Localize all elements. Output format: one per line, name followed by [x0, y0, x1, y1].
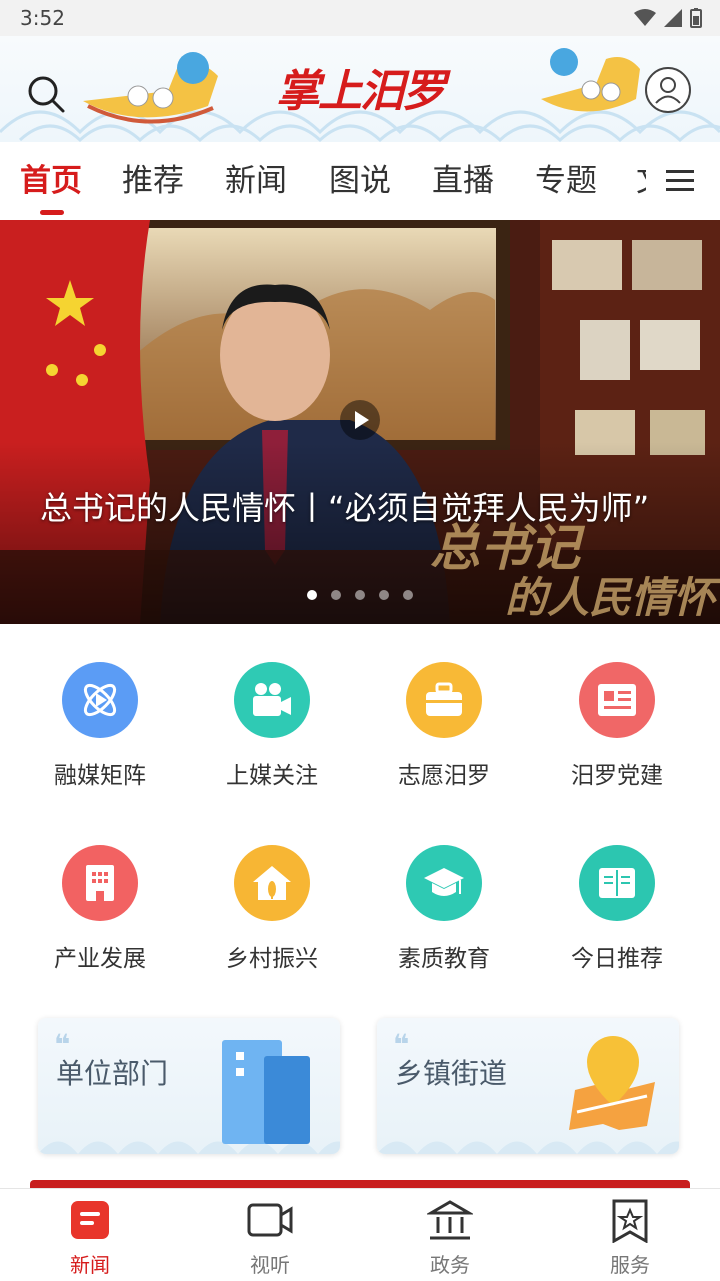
building-icon [62, 845, 138, 921]
bottom-navigation: 新闻 视听 政务 服务 [0, 1188, 720, 1281]
video-icon [247, 1203, 293, 1237]
grid-label: 汨罗党建 [571, 763, 663, 789]
battery-icon [690, 8, 702, 28]
grid-item-volunteer[interactable]: 志愿汨罗 [358, 662, 530, 790]
carousel-dot[interactable] [331, 590, 341, 600]
grid-label: 上媒关注 [226, 763, 318, 789]
status-icons [634, 6, 702, 30]
bottom-nav-label: 视听 [250, 1253, 290, 1277]
carousel-dot[interactable] [379, 590, 389, 600]
carousel-dot[interactable] [355, 590, 365, 600]
app-header: 掌上汨罗 [0, 36, 720, 142]
grid-item-media-matrix[interactable]: 融媒矩阵 [14, 662, 186, 790]
government-icon [425, 1200, 475, 1240]
app-logo: 掌上汨罗 [276, 66, 446, 117]
carousel-dot[interactable] [403, 590, 413, 600]
atom-icon [62, 662, 138, 738]
grid-item-party-building[interactable]: 汨罗党建 [531, 662, 703, 790]
service-bookmark-icon [612, 1199, 648, 1244]
menu-icon[interactable] [666, 168, 694, 192]
card-label: 单位部门 [56, 1057, 169, 1090]
bottom-nav-label: 政务 [430, 1253, 470, 1277]
map-pin-icon [569, 1036, 655, 1130]
bottom-nav-video[interactable]: 视听 [210, 1189, 330, 1281]
open-book-icon [579, 845, 655, 921]
tab-recommend[interactable]: 推荐 [122, 160, 184, 202]
grid-item-industry[interactable]: 产业发展 [14, 845, 186, 973]
video-camera-icon [234, 662, 310, 738]
banner-carousel[interactable]: 总书记 的人民情怀 [0, 220, 720, 624]
signal-icon [664, 9, 682, 27]
grid-item-media-focus[interactable]: 上媒关注 [186, 662, 358, 790]
tab-home[interactable]: 首页 [20, 160, 82, 202]
grid-item-education[interactable]: 素质教育 [358, 845, 530, 973]
tab-live[interactable]: 直播 [432, 160, 494, 202]
grid-label: 乡村振兴 [226, 946, 318, 972]
tab-culture-partial[interactable]: 文 [636, 160, 646, 202]
card-label: 乡镇街道 [395, 1057, 508, 1090]
office-building-icon [222, 1040, 310, 1144]
tab-topics[interactable]: 专题 [535, 160, 597, 202]
carousel-dots [307, 590, 413, 600]
bottom-nav-news[interactable]: 新闻 [30, 1189, 150, 1281]
active-tab-indicator [40, 210, 64, 215]
carousel-dot[interactable] [307, 590, 317, 600]
status-bar: 3:52 [0, 0, 720, 36]
bottom-nav-label: 新闻 [70, 1253, 110, 1277]
status-time: 3:52 [20, 6, 65, 30]
news-icon [71, 1201, 109, 1239]
search-icon[interactable] [26, 74, 66, 114]
tab-pictures[interactable]: 图说 [329, 160, 391, 202]
grid-label: 产业发展 [54, 946, 146, 972]
profile-icon[interactable] [644, 66, 692, 114]
grid-label: 今日推荐 [571, 946, 663, 972]
grid-item-rural[interactable]: 乡村振兴 [186, 845, 358, 973]
party-book-icon [579, 662, 655, 738]
grid-label: 志愿汨罗 [398, 763, 490, 789]
bottom-nav-service[interactable]: 服务 [570, 1189, 690, 1281]
wifi-icon [634, 9, 656, 26]
play-icon[interactable] [340, 400, 380, 440]
grid-label: 素质教育 [398, 946, 490, 972]
bottom-nav-label: 服务 [610, 1253, 650, 1277]
card-towns[interactable]: ❝ 乡镇街道 [377, 1018, 679, 1154]
wheat-house-icon [234, 845, 310, 921]
dragon-boat-right-decoration [541, 48, 640, 112]
graduation-cap-icon [406, 845, 482, 921]
channel-tabs: 首页 推荐 新闻 图说 直播 专题 文 [0, 142, 720, 221]
grid-label: 融媒矩阵 [54, 763, 146, 789]
bottom-nav-government[interactable]: 政务 [390, 1189, 510, 1281]
banner-overlay-line2: 的人民情怀 [505, 573, 720, 622]
dragon-boat-left-decoration [83, 52, 218, 124]
tab-news[interactable]: 新闻 [225, 160, 287, 202]
card-departments[interactable]: ❝ 单位部门 [38, 1018, 340, 1154]
grid-item-today-recommend[interactable]: 今日推荐 [531, 845, 703, 973]
toolbox-icon [406, 662, 482, 738]
banner-title[interactable]: 总书记的人民情怀丨“必须自觉拜人民为师” [40, 482, 680, 534]
